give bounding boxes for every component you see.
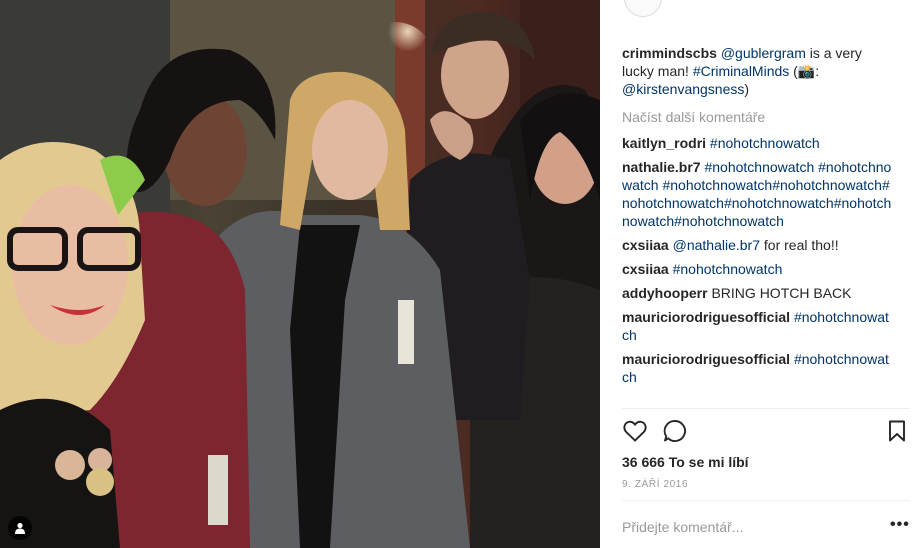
bookmark-icon (889, 420, 905, 442)
comment-item: kaitlyn_rodri #nohotchnowatch (622, 134, 894, 152)
comment-item: cxsiiaa @nathalie.br7 for real tho!! (622, 236, 894, 254)
mention-link[interactable]: @kirstenvangsness (622, 81, 744, 97)
comment-text: for real tho!! (760, 237, 839, 253)
load-more-comments-link[interactable]: Načíst další komentáře (622, 108, 894, 126)
like-count[interactable]: 36 666 To se mi líbí (622, 454, 749, 470)
comment-item: mauriciorodriguesofficial #nohotchnowatc… (622, 350, 894, 386)
save-button[interactable] (884, 418, 910, 444)
comment-username[interactable]: cxsiiaa (622, 261, 669, 277)
hashtag-link[interactable]: #nohotchnowatch (710, 135, 820, 151)
post-date: 9. ZÁŘÍ 2016 (622, 479, 689, 490)
caption-text-credit: (📸: (789, 63, 820, 79)
comment-button[interactable] (662, 418, 688, 444)
caption-username[interactable]: crimmindscbs (622, 45, 717, 61)
post-photo[interactable] (0, 0, 600, 548)
comment-username[interactable]: mauriciorodriguesofficial (622, 309, 790, 325)
mention-link[interactable]: @gublergram (721, 45, 806, 61)
comment-username[interactable]: nathalie.br7 (622, 159, 701, 175)
more-options-button[interactable]: ••• (890, 516, 910, 534)
like-button[interactable] (622, 418, 648, 444)
comment-item: addyhooperr BRING HOTCH BACK (622, 284, 894, 302)
user-tag-icon (15, 522, 25, 534)
heart-icon (623, 420, 647, 442)
comment-item: nathalie.br7 #nohotchnowatch #nohotchnow… (622, 158, 894, 230)
hashtag-link[interactable]: #nohotchnowatch (673, 261, 783, 277)
divider (622, 408, 910, 409)
user-tag-button[interactable] (8, 516, 32, 540)
caption: crimmindscbs @gublergram is a very lucky… (622, 44, 894, 98)
post-details-panel: crimmindscbs @gublergram is a very lucky… (600, 0, 916, 548)
comment-icon (663, 420, 686, 442)
post-actions (622, 418, 912, 446)
mention-link[interactable]: @nathalie.br7 (673, 237, 760, 253)
comment-username[interactable]: addyhooperr (622, 285, 708, 301)
comment-text: BRING HOTCH BACK (711, 285, 852, 301)
comment-list: crimmindscbs @gublergram is a very lucky… (622, 44, 894, 386)
caption-text-end: ) (744, 81, 750, 97)
comment-username[interactable]: mauriciorodriguesofficial (622, 351, 790, 367)
author-avatar[interactable] (624, 0, 662, 17)
instagram-post: crimmindscbs @gublergram is a very lucky… (0, 0, 916, 548)
comment-username[interactable]: cxsiiaa (622, 237, 669, 253)
group-selfie-image (0, 0, 600, 548)
add-comment-input[interactable]: Přidejte komentář... (622, 519, 743, 535)
comment-item: mauriciorodriguesofficial #nohotchnowatc… (622, 308, 894, 344)
divider (622, 500, 910, 501)
comment-item: cxsiiaa #nohotchnowatch (622, 260, 894, 278)
hashtag-link[interactable]: #CriminalMinds (693, 63, 789, 79)
comment-username[interactable]: kaitlyn_rodri (622, 135, 706, 151)
